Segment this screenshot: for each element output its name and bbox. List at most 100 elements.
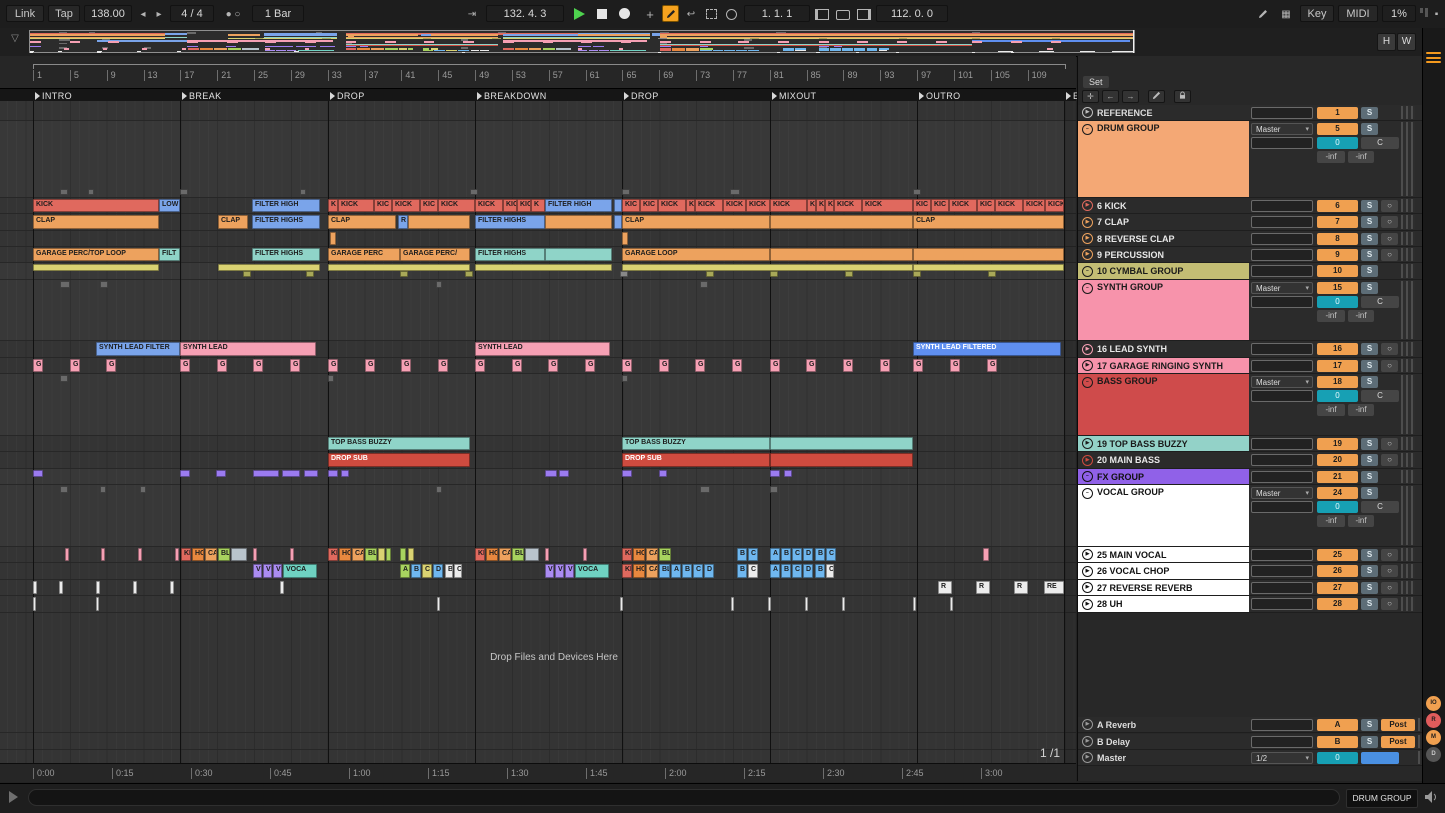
clip[interactable]: KICK (834, 199, 862, 212)
arm-button[interactable]: ○ (1381, 549, 1398, 561)
solo-button[interactable]: S (1361, 549, 1378, 561)
solo-button[interactable]: S (1361, 265, 1378, 277)
pan-field[interactable]: C (1361, 137, 1399, 149)
clip[interactable] (913, 597, 916, 611)
clip[interactable] (700, 486, 710, 493)
clip[interactable]: KI (181, 548, 191, 561)
clip[interactable]: CLAP (33, 215, 159, 229)
track-play-icon[interactable]: ▶ (1082, 360, 1093, 371)
track-header-28-uh[interactable]: ▶28 UH28S○ (1078, 596, 1422, 613)
clip[interactable]: C (748, 564, 758, 578)
clip[interactable]: G (585, 359, 595, 372)
clip[interactable]: B (737, 564, 747, 578)
clip[interactable] (659, 470, 667, 477)
delay-section-toggle[interactable]: D (1426, 747, 1441, 762)
automation-chooser[interactable] (1251, 360, 1313, 372)
clip[interactable] (436, 281, 442, 288)
clip[interactable] (614, 215, 622, 229)
clip[interactable]: G (438, 359, 448, 372)
clip[interactable] (988, 271, 996, 277)
clip[interactable]: KICK (33, 199, 159, 212)
clip[interactable] (437, 597, 440, 611)
clip[interactable] (175, 548, 179, 561)
send-b-field[interactable]: -inf (1348, 310, 1374, 322)
clip[interactable]: G (180, 359, 190, 372)
clip[interactable] (768, 597, 771, 611)
clip[interactable] (545, 248, 612, 261)
clip[interactable]: KIC (931, 199, 949, 212)
speaker-icon[interactable] (1424, 790, 1438, 804)
clip[interactable] (545, 470, 557, 477)
clip[interactable]: K (328, 199, 338, 212)
clip[interactable]: B (781, 548, 791, 561)
clip[interactable]: FILT (159, 248, 180, 261)
clip[interactable] (622, 470, 632, 477)
clip[interactable] (59, 581, 63, 594)
clip[interactable]: KICK (1023, 199, 1045, 212)
clip[interactable]: G (106, 359, 116, 372)
lane-16-lead-synth[interactable]: SYNTH LEAD FILTERSYNTH LEADSYNTH LEADSYN… (0, 341, 1076, 358)
track-play-icon[interactable]: ▶ (1082, 566, 1093, 577)
track-number-box[interactable]: 21 (1317, 471, 1358, 483)
clip[interactable]: C (826, 564, 834, 578)
track-header-26-vocal-chop[interactable]: ▶26 VOCAL CHOP26S○ (1078, 563, 1422, 580)
punch-out-button[interactable] (856, 5, 872, 22)
region-select-button[interactable] (703, 5, 719, 22)
arrangement-position-field[interactable]: 132. 4. 3 (486, 5, 564, 22)
return-letter-box[interactable]: B (1317, 736, 1358, 748)
clip[interactable] (545, 215, 612, 229)
clip[interactable] (304, 470, 318, 477)
solo-button[interactable]: S (1361, 454, 1378, 466)
clip[interactable]: C (454, 564, 462, 578)
clip[interactable]: GARAGE PERC/TOP LOOP (33, 248, 159, 261)
track-number-box[interactable]: 26 (1317, 565, 1358, 577)
clip[interactable]: CA (205, 548, 217, 561)
clip[interactable] (60, 375, 68, 382)
cue-volume-field[interactable] (1361, 752, 1399, 764)
clip[interactable]: B (781, 564, 791, 578)
lane-27-reverse-reverb[interactable]: RRRRE (0, 580, 1076, 596)
clip[interactable]: G (290, 359, 300, 372)
clip[interactable] (290, 548, 294, 561)
automation-chooser[interactable] (1251, 736, 1313, 748)
clip[interactable]: LOW (159, 199, 180, 212)
clip[interactable]: C (693, 564, 703, 578)
clip[interactable]: KIC (420, 199, 438, 212)
automation-chooser[interactable] (1251, 200, 1313, 212)
clip[interactable] (33, 581, 37, 594)
clip[interactable]: R (1014, 581, 1028, 594)
track-play-icon[interactable]: ▶ (1082, 599, 1093, 610)
clip[interactable] (784, 470, 792, 477)
clip[interactable]: DROP SUB (622, 453, 770, 467)
automation-chooser[interactable] (1251, 598, 1313, 610)
quantization-menu[interactable]: 1 Bar (252, 5, 304, 22)
solo-button[interactable]: S (1361, 123, 1378, 135)
clip[interactable] (328, 470, 338, 477)
clip[interactable] (525, 548, 539, 561)
volume-field[interactable]: 0 (1317, 752, 1358, 764)
clip[interactable]: KICK (1045, 199, 1064, 212)
track-play-icon[interactable]: ▶ (1082, 200, 1093, 211)
clip[interactable]: A (671, 564, 681, 578)
clip[interactable]: FILTER HIGHS (252, 248, 320, 261)
send-a-field[interactable]: -inf (1317, 404, 1345, 416)
clip[interactable] (140, 486, 146, 493)
clip[interactable]: CA (499, 548, 511, 561)
clip[interactable]: CA (646, 548, 658, 561)
clip[interactable]: KIC (374, 199, 392, 212)
clip[interactable]: CA (646, 564, 658, 578)
clip[interactable] (845, 271, 853, 277)
clip[interactable] (470, 189, 478, 195)
arm-button[interactable]: ○ (1381, 216, 1398, 228)
clip[interactable]: G (843, 359, 853, 372)
clip[interactable]: SYNTH LEAD FILTER (96, 342, 180, 356)
track-header-10-cymbal-group[interactable]: −10 CYMBAL GROUP10S (1078, 263, 1422, 280)
clip[interactable]: V (263, 564, 272, 578)
automation-chooser[interactable] (1251, 471, 1313, 483)
pan-field[interactable]: C (1361, 390, 1399, 402)
clip[interactable] (33, 470, 43, 477)
clip[interactable]: KI (475, 548, 485, 561)
time-ruler[interactable]: 0:000:150:300:451:001:151:301:452:002:15… (0, 763, 1076, 782)
nudge-up-button[interactable]: ▸ (152, 5, 166, 22)
track-number-box[interactable]: 24 (1317, 487, 1358, 499)
